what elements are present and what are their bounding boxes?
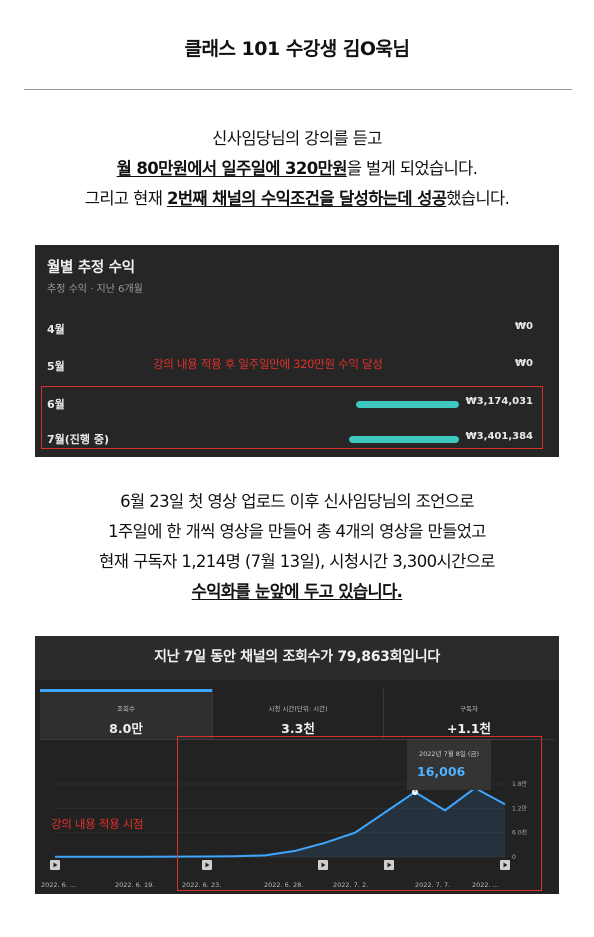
outro-line-2: 1주일에 한 개씩 영상을 만들어 총 4개의 영상을 만들었고 xyxy=(108,522,486,541)
outro-line-1: 6월 23일 첫 영상 업로드 이후 신사임당님의 조언으로 xyxy=(120,492,474,511)
intro-line-3-rest: 했습니다. xyxy=(446,189,510,208)
revenue-amount: ₩0 xyxy=(515,358,533,369)
revenue-row: 4월 ₩0 xyxy=(35,317,559,341)
intro-line-3-pre: 그리고 현재 xyxy=(84,189,167,208)
x-tick-label: 2022. 6. ... xyxy=(41,881,76,889)
outro-line-3: 현재 구독자 1,214명 (7월 13일), 시청시간 3,300시간으로 xyxy=(99,552,495,571)
monthly-revenue-panel: 월별 추정 수익 추정 수익 · 지난 6개월 4월 ₩0 5월 ₩0 6월 ₩… xyxy=(35,245,559,457)
chart-annotation: 강의 내용 적용 시점 xyxy=(51,817,144,831)
revenue-month: 4월 xyxy=(47,323,65,336)
revenue-annotation: 강의 내용 적용 후 일주일만에 320만원 수익 달성 xyxy=(153,357,383,371)
intro-highlight-earnings: 월 80만원에서 일주일에 320만원 xyxy=(116,159,348,178)
intro-line-1: 신사임당님의 강의를 듣고 xyxy=(212,129,382,148)
title-divider xyxy=(24,89,572,90)
intro-line-2: 월 80만원에서 일주일에 320만원을 벌게 되었습니다. xyxy=(0,154,594,184)
views-panel: 지난 7일 동안 채널의 조회수가 79,863회입니다 조회수 8.0만 시청… xyxy=(35,636,559,894)
intro-paragraph: 신사임당님의 강의를 듣고 월 80만원에서 일주일에 320만원을 벌게 되었… xyxy=(0,124,594,214)
page-title: 클래스 101 수강생 김O욱님 xyxy=(184,38,410,60)
chart-highlight-box xyxy=(177,736,542,891)
outro-line-4: 수익화를 눈앞에 두고 있습니다. xyxy=(0,577,594,607)
revenue-panel-subtitle: 추정 수익 · 지난 6개월 xyxy=(47,284,143,295)
intro-line-3: 그리고 현재 2번째 채널의 수익조건을 달성하는데 성공했습니다. xyxy=(0,184,594,214)
revenue-amount: ₩0 xyxy=(515,321,533,332)
highlight-box xyxy=(41,386,543,449)
intro-highlight-success: 2번째 채널의 수익조건을 달성하는데 성공 xyxy=(166,189,447,208)
x-tick-label: 2022. 6. 19. xyxy=(115,881,154,889)
outro-paragraph: 6월 23일 첫 영상 업로드 이후 신사임당님의 조언으로 1주일에 한 개씩… xyxy=(0,487,594,607)
intro-line-2-rest: 을 벌게 되었습니다. xyxy=(346,159,478,178)
revenue-panel-title: 월별 추정 수익 xyxy=(47,260,135,276)
revenue-month: 5월 xyxy=(47,360,65,373)
outro-highlight: 수익화를 눈앞에 두고 있습니다. xyxy=(191,582,403,601)
